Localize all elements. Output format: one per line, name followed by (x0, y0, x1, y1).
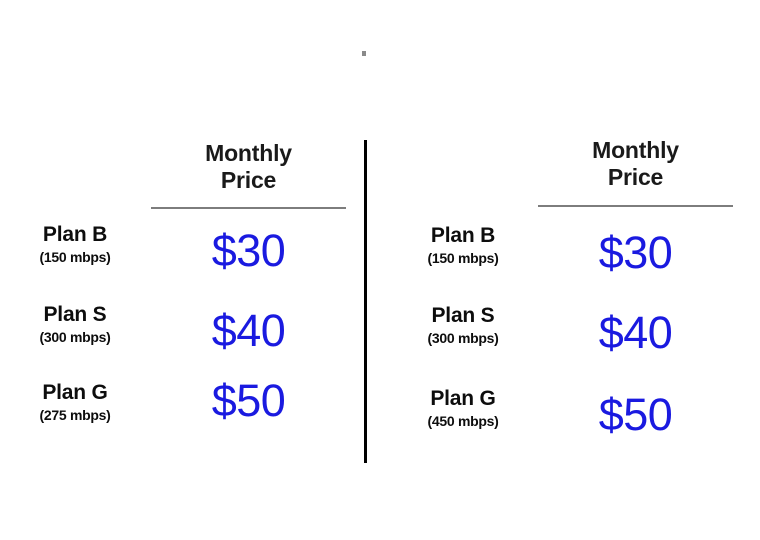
left-plan-speed: (300 mbps) (39, 328, 111, 345)
right-plan-name: Plan B (430, 224, 496, 247)
right-plan-name: Plan G (430, 387, 496, 410)
left-plan-cell: Plan G (275 mbps) (0, 381, 150, 423)
right-header-underline (538, 205, 733, 207)
left-price-cell: $40 (211, 305, 286, 356)
left-plan-name: Plan G (42, 381, 108, 404)
left-plan-cell: Plan S (300 mbps) (0, 303, 150, 345)
left-plan-name: Plan B (42, 223, 108, 246)
right-plan-speed: (450 mbps) (427, 412, 499, 429)
right-plan-cell: Plan G (450 mbps) (388, 387, 538, 429)
left-price-cell: $30 (211, 225, 286, 276)
vertical-divider (364, 140, 367, 463)
right-plan-speed: (150 mbps) (427, 249, 499, 266)
left-plan-speed: (150 mbps) (39, 248, 111, 265)
right-header-line-1: Monthly (592, 137, 679, 163)
right-plan-cell: Plan B (150 mbps) (388, 224, 538, 266)
right-plan-name: Plan S (431, 304, 495, 327)
comparison-canvas: Monthly Price Plan B (150 mbps) $30 Plan… (0, 0, 760, 540)
right-header-line-2: Price (607, 163, 664, 190)
left-header-underline (151, 207, 346, 209)
right-plan-speed: (300 mbps) (427, 329, 499, 346)
left-plan-name: Plan S (43, 303, 107, 326)
right-price-cell: $30 (598, 227, 673, 278)
right-price-cell: $50 (598, 389, 673, 440)
left-price-cell: $50 (211, 375, 286, 426)
left-plan-cell: Plan B (150 mbps) (0, 223, 150, 265)
right-plan-table: Monthly Price Plan B (150 mbps) $30 Plan… (380, 0, 760, 540)
right-monthly-price-header: Monthly Price (538, 137, 733, 190)
left-plan-speed: (275 mbps) (39, 406, 111, 423)
right-plan-cell: Plan S (300 mbps) (388, 304, 538, 346)
left-plan-table: Monthly Price Plan B (150 mbps) $30 Plan… (0, 0, 365, 540)
right-price-cell: $40 (598, 307, 673, 358)
left-header-line-2: Price (220, 166, 277, 193)
left-monthly-price-header: Monthly Price (151, 140, 346, 193)
left-header-line-1: Monthly (205, 140, 292, 166)
